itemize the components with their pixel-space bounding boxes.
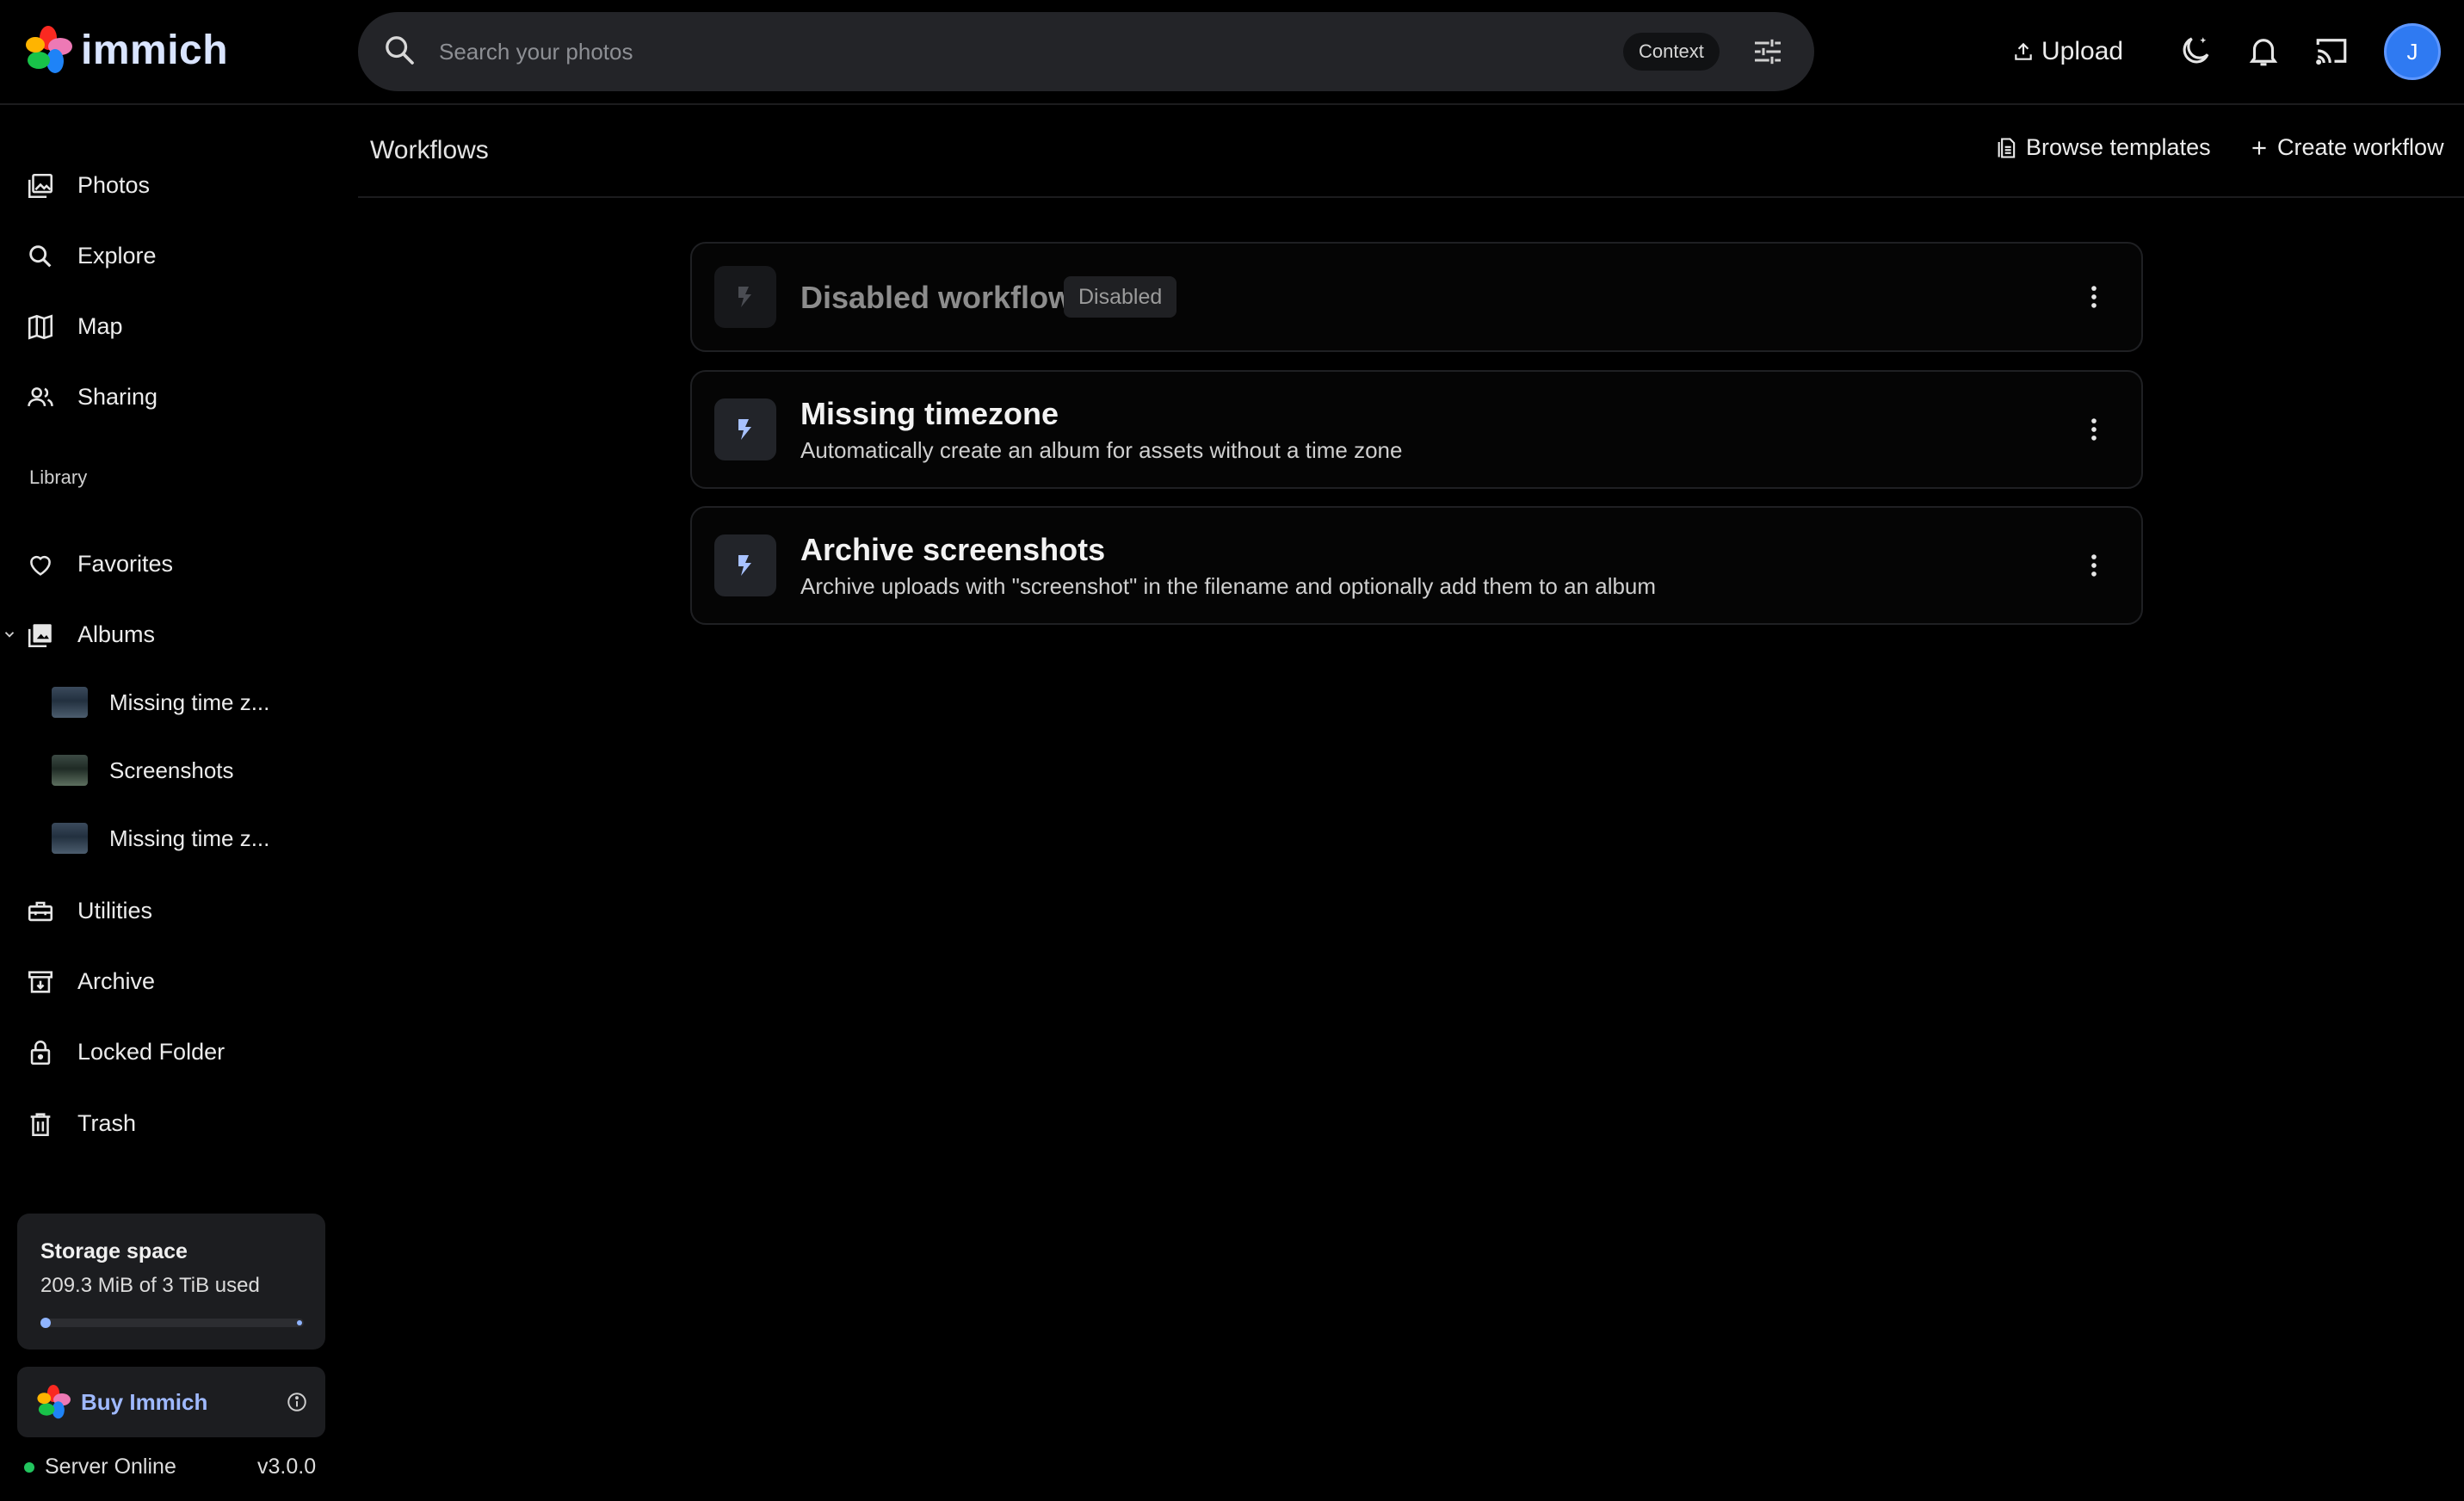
workflow-title: Missing timezone	[800, 396, 1059, 431]
more-vertical-icon[interactable]	[2079, 280, 2109, 314]
sidebar-item-utilities[interactable]: Utilities	[0, 882, 327, 939]
album-item[interactable]: Missing time z...	[0, 676, 327, 729]
photos-icon	[26, 171, 55, 201]
album-item[interactable]: Screenshots	[0, 744, 327, 797]
workflow-bolt-icon	[714, 266, 776, 328]
workflow-bolt-icon	[714, 398, 776, 460]
sidebar-item-label: Explore	[77, 242, 157, 269]
more-vertical-icon[interactable]	[2079, 548, 2109, 583]
page-title: Workflows	[370, 136, 489, 164]
app-name: immich	[81, 27, 229, 73]
search-bar[interactable]: Context	[358, 12, 1814, 91]
page-header: Workflows Browse templates Create workfl…	[358, 105, 2464, 198]
workflow-bolt-icon	[714, 534, 776, 596]
user-avatar[interactable]: J	[2384, 23, 2441, 80]
tune-icon[interactable]	[1751, 34, 1785, 69]
trash-icon	[26, 1109, 55, 1139]
create-workflow-button[interactable]: Create workflow	[2248, 134, 2444, 161]
heart-icon	[26, 550, 55, 579]
sidebar-item-label: Locked Folder	[77, 1038, 225, 1065]
storage-progress-bar	[40, 1318, 304, 1328]
sidebar-item-albums[interactable]: Albums	[0, 606, 327, 663]
workflow-card[interactable]: Disabled workflow Disabled	[690, 242, 2143, 352]
sidebar-item-label: Trash	[77, 1109, 137, 1136]
immich-logo[interactable]: immich	[24, 26, 228, 74]
disabled-badge: Disabled	[1064, 276, 1177, 318]
cast-icon[interactable]	[2313, 33, 2350, 69]
browse-templates-button[interactable]: Browse templates	[1995, 134, 2211, 161]
browse-templates-label: Browse templates	[2026, 134, 2211, 160]
storage-progress-fill	[40, 1318, 51, 1328]
archive-icon	[26, 967, 55, 997]
upload-label: Upload	[2041, 37, 2124, 65]
version-label: v3.0.0	[257, 1455, 317, 1479]
sidebar-item-label: Photos	[77, 171, 151, 198]
map-icon	[26, 312, 55, 342]
sidebar-item-locked-folder[interactable]: Locked Folder	[0, 1023, 327, 1080]
server-status: Server Online	[24, 1455, 176, 1479]
create-workflow-label: Create workflow	[2277, 134, 2444, 160]
storage-used-text: 209.3 MiB of 3 TiB used	[40, 1274, 260, 1297]
library-section-label: Library	[29, 466, 88, 488]
sidebar-item-archive[interactable]: Archive	[0, 953, 327, 1010]
album-label: Missing time z...	[109, 825, 270, 851]
workflow-card[interactable]: Archive screenshots Archive uploads with…	[690, 506, 2143, 625]
context-chip[interactable]: Context	[1623, 33, 1720, 71]
sidebar-item-explore[interactable]: Explore	[0, 227, 327, 284]
theme-icon[interactable]	[2177, 33, 2214, 69]
workflow-card[interactable]: Missing timezone Automatically create an…	[690, 370, 2143, 489]
storage-card: Storage space 209.3 MiB of 3 TiB used	[17, 1214, 325, 1350]
upload-icon	[2015, 42, 2032, 60]
lock-icon	[26, 1038, 55, 1067]
album-thumbnail	[52, 755, 88, 786]
server-status-label: Server Online	[45, 1455, 176, 1479]
toolbox-icon	[26, 897, 55, 926]
workflow-description: Archive uploads with "screenshot" in the…	[800, 573, 1657, 599]
search-icon	[26, 242, 55, 271]
more-vertical-icon[interactable]	[2079, 412, 2109, 447]
album-label: Missing time z...	[109, 689, 270, 715]
immich-logo-icon	[26, 26, 72, 73]
sidebar-item-favorites[interactable]: Favorites	[0, 535, 327, 592]
albums-icon	[26, 621, 55, 650]
sharing-icon	[26, 383, 55, 412]
workflow-title: Archive screenshots	[800, 532, 1106, 567]
sidebar-item-label: Archive	[77, 967, 156, 994]
bell-icon[interactable]	[2245, 33, 2282, 69]
buy-immich-button[interactable]: Buy Immich	[17, 1367, 325, 1437]
sidebar-item-map[interactable]: Map	[0, 298, 327, 355]
storage-progress-end	[297, 1320, 302, 1325]
upload-button[interactable]: Upload	[2012, 26, 2123, 77]
sidebar-item-photos[interactable]: Photos	[0, 157, 327, 213]
sidebar-item-label: Albums	[77, 621, 156, 647]
sidebar-item-label: Map	[77, 312, 123, 339]
search-icon[interactable]	[382, 33, 417, 67]
document-icon	[1998, 137, 2016, 158]
plus-icon	[2252, 140, 2266, 155]
sidebar-item-label: Sharing	[77, 383, 158, 410]
album-thumbnail	[52, 687, 88, 718]
chevron-down-icon[interactable]	[2, 627, 17, 642]
sidebar-item-trash[interactable]: Trash	[0, 1095, 327, 1152]
search-input[interactable]	[439, 29, 1300, 74]
info-icon[interactable]	[286, 1391, 308, 1413]
sidebar-item-label: Utilities	[77, 897, 153, 923]
sidebar-item-sharing[interactable]: Sharing	[0, 368, 327, 425]
sidebar-item-label: Favorites	[77, 550, 174, 577]
immich-logo-icon	[37, 1385, 71, 1419]
album-thumbnail	[52, 823, 88, 854]
status-dot	[24, 1461, 34, 1473]
storage-title: Storage space	[40, 1239, 188, 1263]
buy-immich-label: Buy Immich	[81, 1389, 208, 1415]
album-label: Screenshots	[109, 757, 234, 783]
workflow-title: Disabled workflow	[800, 280, 1073, 315]
workflow-description: Automatically create an album for assets…	[800, 437, 1403, 463]
top-bar: immich Context Upload J	[0, 0, 2464, 105]
album-item[interactable]: Missing time z...	[0, 812, 327, 865]
